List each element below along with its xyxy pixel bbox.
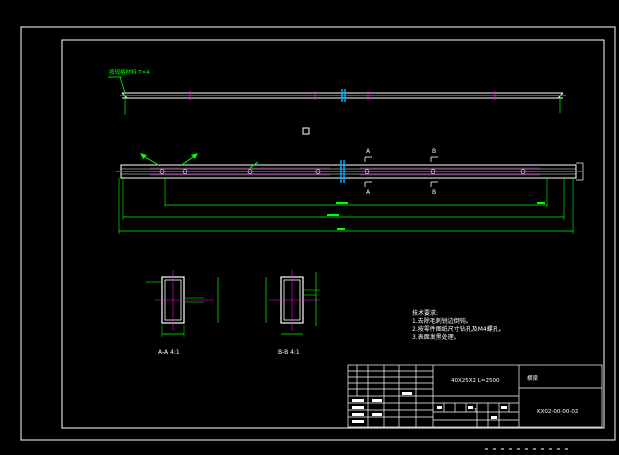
- section-cut-label-b-top: B: [432, 148, 437, 155]
- title-block-sheet: 1: [474, 408, 478, 414]
- square-marker: [302, 127, 310, 135]
- cad-drawing-canvas: [20, 26, 616, 450]
- section-a-a: [146, 270, 219, 337]
- title-block-part-name: 横梁: [527, 376, 539, 382]
- title-block-spec: 40X25X2 L=2500: [451, 378, 500, 384]
- front-view: [116, 153, 584, 187]
- technical-notes: 技术要求: 1.去除毛刺锐边倒钝。 2.按零件图纸尺寸钻孔及M4螺孔。 3.表面…: [412, 310, 505, 342]
- section-b-b-caption: B-B 4:1: [278, 349, 300, 356]
- title-block-fills: [352, 392, 507, 423]
- note-item-2: 2.按零件图纸尺寸钻孔及M4螺孔。: [412, 326, 505, 333]
- dimension-lines: [118, 178, 574, 234]
- section-cut-label-a-bottom: A: [366, 189, 371, 196]
- outer-frame: [20, 26, 616, 441]
- notes-title: 技术要求:: [412, 310, 439, 317]
- section-cut-label-b-bottom: B: [432, 189, 437, 196]
- material-leader-label: 按规格材料 T=4: [109, 70, 150, 76]
- section-a-a-caption: A-A 4:1: [158, 349, 180, 356]
- section-b-b: [265, 270, 320, 335]
- note-item-3: 3.表面发黑处理。: [412, 334, 460, 341]
- top-view: [108, 76, 566, 115]
- title-block-drawing-number: KX02-00-00-02: [537, 409, 579, 415]
- title-block: [347, 364, 603, 428]
- note-item-1: 1.去除毛刺锐边倒钝。: [412, 318, 472, 325]
- section-cut-label-a-top: A: [366, 148, 371, 155]
